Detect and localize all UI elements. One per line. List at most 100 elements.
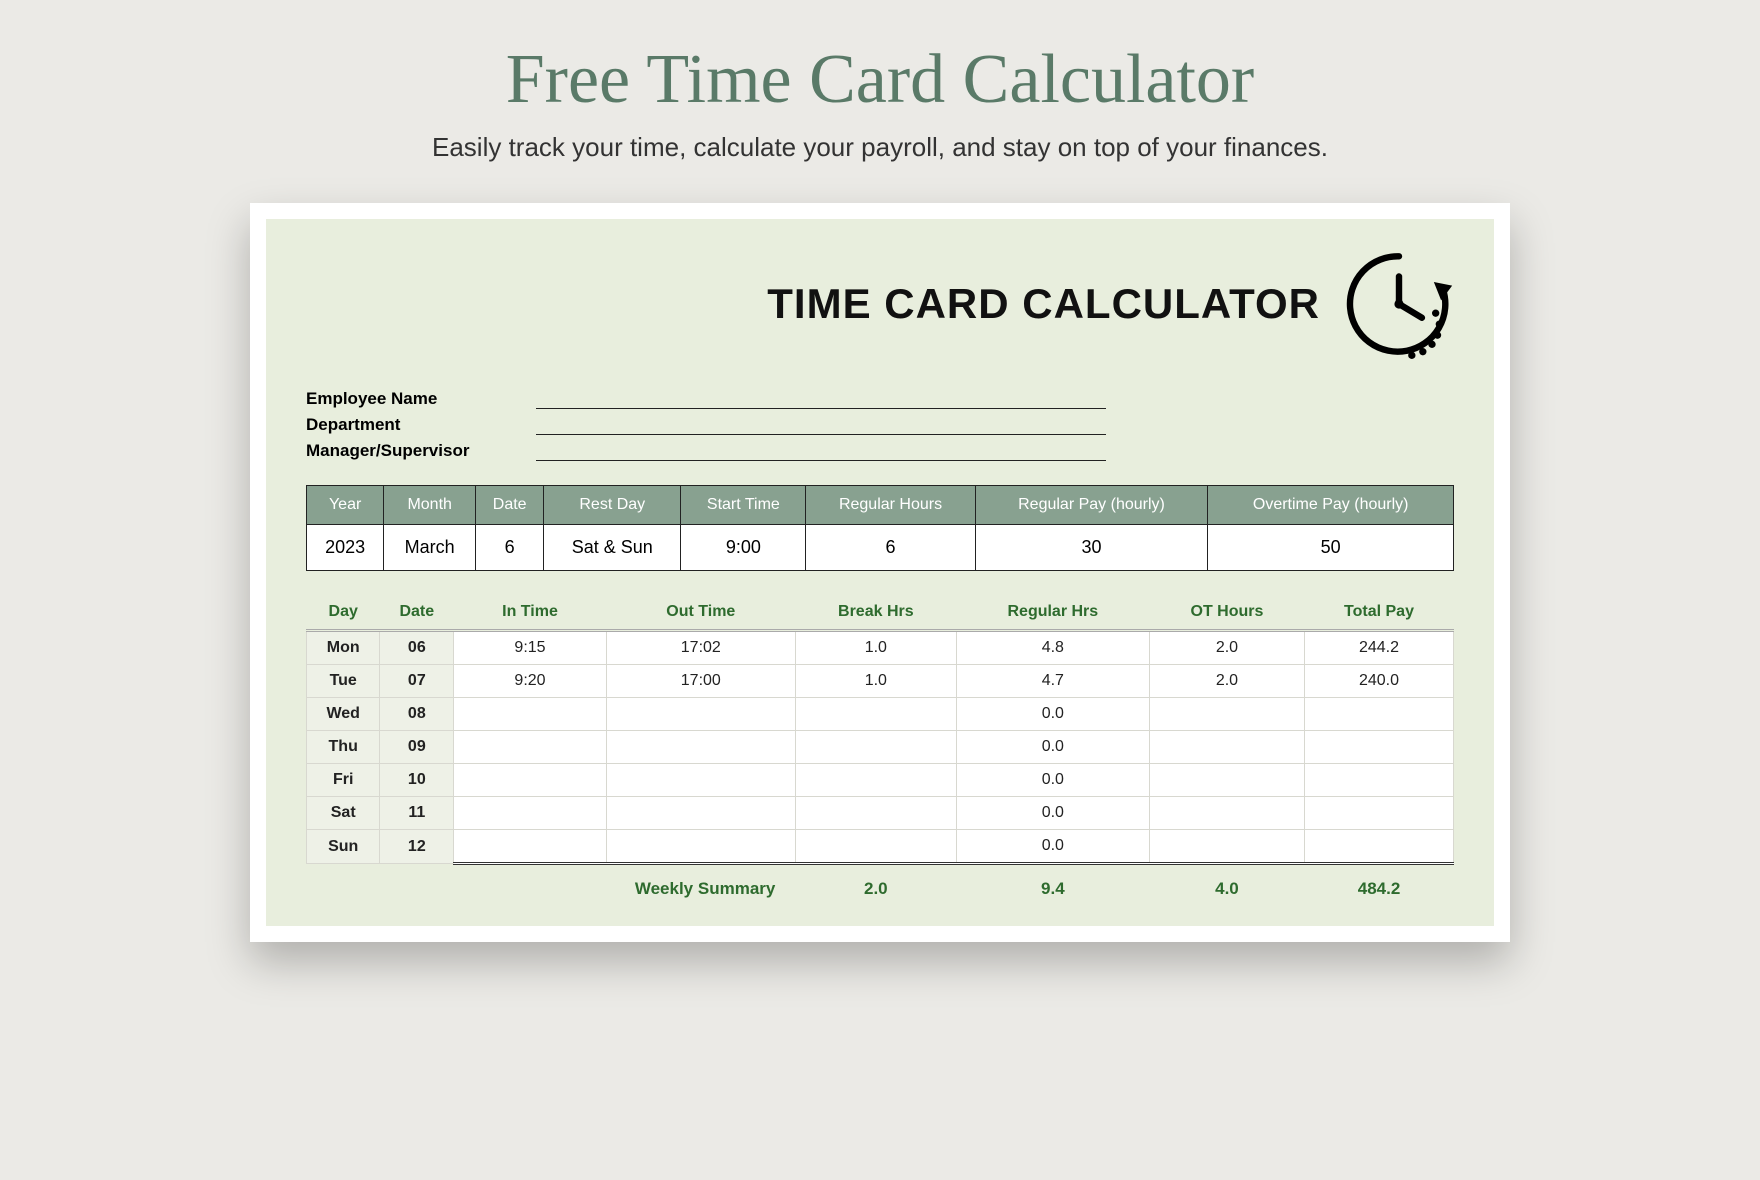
ts-cell-total: 244.2 [1305, 631, 1454, 665]
ts-header-total: Total Pay [1305, 595, 1454, 631]
ts-cell-ot [1149, 731, 1304, 764]
summary-total: 484.2 [1305, 864, 1454, 907]
ts-cell-break [795, 797, 956, 830]
ts-cell-break [795, 830, 956, 864]
ts-cell-reg: 0.0 [956, 797, 1149, 830]
ts-cell-in: 9:20 [454, 665, 607, 698]
ts-cell-out: 17:00 [606, 665, 795, 698]
ts-header-reg: Regular Hrs [956, 595, 1149, 631]
summary-reg: 9.4 [956, 864, 1149, 907]
ts-cell-day: Mon [307, 631, 380, 665]
ts-cell-total [1305, 830, 1454, 864]
settings-year: 2023 [307, 525, 384, 571]
ts-cell-total [1305, 797, 1454, 830]
settings-reghours: 6 [806, 525, 975, 571]
timesheet-table: Day Date In Time Out Time Break Hrs Regu… [306, 595, 1454, 906]
department-label: Department [306, 415, 536, 435]
department-row: Department [306, 415, 1454, 435]
ts-cell-date: 10 [380, 764, 454, 797]
ts-cell-date: 12 [380, 830, 454, 864]
ts-cell-reg: 4.8 [956, 631, 1149, 665]
ts-cell-date: 09 [380, 731, 454, 764]
ts-cell-date: 06 [380, 631, 454, 665]
settings-header-date: Date [476, 486, 544, 525]
ts-cell-ot: 2.0 [1149, 631, 1304, 665]
ts-cell-break: 1.0 [795, 665, 956, 698]
settings-month: March [384, 525, 476, 571]
summary-row: Weekly Summary 2.0 9.4 4.0 484.2 [307, 864, 1454, 907]
ts-cell-break [795, 698, 956, 731]
ts-cell-out: 17:02 [606, 631, 795, 665]
ts-cell-break [795, 764, 956, 797]
ts-cell-ot: 2.0 [1149, 665, 1304, 698]
settings-regpay: 30 [975, 525, 1208, 571]
settings-values-row: 2023 March 6 Sat & Sun 9:00 6 30 50 [307, 525, 1454, 571]
department-line [536, 416, 1106, 435]
ts-cell-day: Sat [307, 797, 380, 830]
ts-cell-date: 07 [380, 665, 454, 698]
table-row: Fri10 0.0 [307, 764, 1454, 797]
ts-cell-date: 11 [380, 797, 454, 830]
ts-cell-in: 9:15 [454, 631, 607, 665]
ts-cell-in [454, 731, 607, 764]
settings-header-restday: Rest Day [544, 486, 681, 525]
settings-header-otpay: Overtime Pay (hourly) [1208, 486, 1454, 525]
table-row: Sun120.0 [307, 830, 1454, 864]
table-row: Tue079:2017:001.04.72.0240.0 [307, 665, 1454, 698]
settings-table: Year Month Date Rest Day Start Time Regu… [306, 485, 1454, 571]
ts-cell-day: Fri [307, 764, 380, 797]
ts-cell-out [606, 731, 795, 764]
table-row: Wed08 0.0 [307, 698, 1454, 731]
ts-cell-day: Tue [307, 665, 380, 698]
ts-cell-reg: 0.0 [956, 731, 1149, 764]
settings-header-reghours: Regular Hours [806, 486, 975, 525]
ts-cell-out [606, 698, 795, 731]
manager-row: Manager/Supervisor [306, 441, 1454, 461]
ts-cell-in [454, 830, 607, 864]
employee-name-line [536, 390, 1106, 409]
settings-otpay: 50 [1208, 525, 1454, 571]
template-card-inner: TIME CARD CALCULATOR Employee Name [266, 219, 1494, 926]
page-subtitle: Easily track your time, calculate your p… [0, 132, 1760, 163]
ts-cell-total: 240.0 [1305, 665, 1454, 698]
ts-cell-reg: 0.0 [956, 698, 1149, 731]
settings-header-year: Year [307, 486, 384, 525]
summary-ot: 4.0 [1149, 864, 1304, 907]
summary-break: 2.0 [795, 864, 956, 907]
settings-restday: Sat & Sun [544, 525, 681, 571]
page-title: Free Time Card Calculator [0, 40, 1760, 120]
table-row: Thu09 0.0 [307, 731, 1454, 764]
card-header: TIME CARD CALCULATOR [306, 249, 1454, 359]
ts-header-in: In Time [454, 595, 607, 631]
template-card: TIME CARD CALCULATOR Employee Name [250, 203, 1510, 942]
ts-cell-day: Thu [307, 731, 380, 764]
settings-starttime: 9:00 [681, 525, 806, 571]
ts-header-date: Date [380, 595, 454, 631]
ts-cell-out [606, 797, 795, 830]
ts-cell-in [454, 698, 607, 731]
ts-cell-date: 08 [380, 698, 454, 731]
ts-cell-break: 1.0 [795, 631, 956, 665]
ts-header-out: Out Time [606, 595, 795, 631]
settings-header-starttime: Start Time [681, 486, 806, 525]
ts-cell-ot [1149, 830, 1304, 864]
manager-label: Manager/Supervisor [306, 441, 536, 461]
ts-header-ot: OT Hours [1149, 595, 1304, 631]
ts-cell-in [454, 764, 607, 797]
ts-cell-reg: 0.0 [956, 764, 1149, 797]
ts-cell-in [454, 797, 607, 830]
ts-cell-total [1305, 698, 1454, 731]
ts-cell-ot [1149, 797, 1304, 830]
employee-info-section: Employee Name Department Manager/Supervi… [306, 389, 1454, 461]
settings-date: 6 [476, 525, 544, 571]
ts-cell-total [1305, 731, 1454, 764]
employee-name-row: Employee Name [306, 389, 1454, 409]
settings-header-regpay: Regular Pay (hourly) [975, 486, 1208, 525]
ts-cell-reg: 4.7 [956, 665, 1149, 698]
employee-name-label: Employee Name [306, 389, 536, 409]
ts-cell-reg: 0.0 [956, 830, 1149, 864]
ts-cell-ot [1149, 698, 1304, 731]
ts-cell-total [1305, 764, 1454, 797]
ts-cell-day: Wed [307, 698, 380, 731]
settings-header-month: Month [384, 486, 476, 525]
